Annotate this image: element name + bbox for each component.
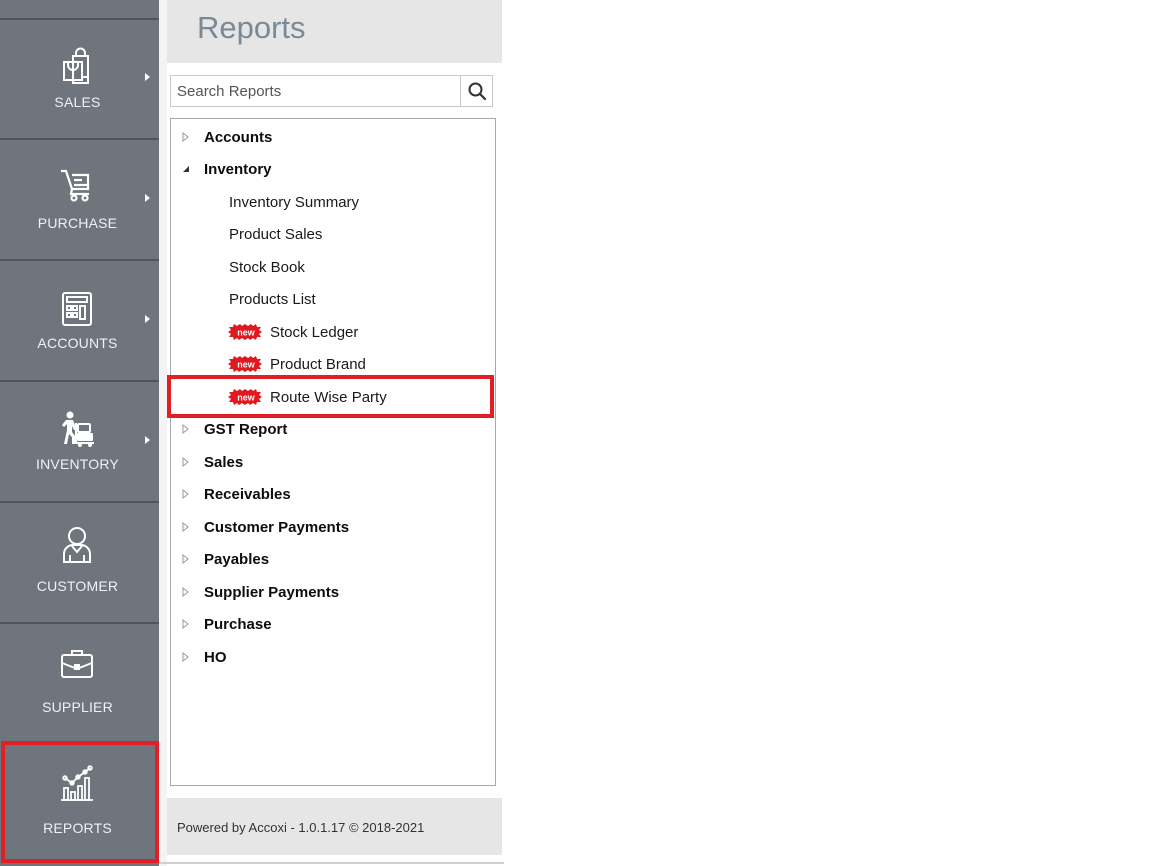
- chart-icon: [56, 764, 98, 806]
- tree-category-label: Payables: [204, 550, 270, 568]
- tree-item-route-wise-party[interactable]: new Route Wise Party: [171, 381, 495, 413]
- footer: Powered by Accoxi - 1.0.1.17 © 2018-2021: [167, 798, 502, 855]
- reports-tree: Accounts Inventory Inventory Summary Pro…: [170, 118, 496, 786]
- tree-category-label: Inventory: [204, 160, 272, 178]
- expand-arrow-icon[interactable]: [181, 587, 191, 597]
- sidebar-item-purchase[interactable]: PURCHASE: [0, 141, 159, 261]
- submenu-arrow-icon: [145, 436, 150, 444]
- tree-category-sales[interactable]: Sales: [171, 446, 495, 478]
- search-button[interactable]: [460, 76, 492, 106]
- tree-item-label: Product Brand: [270, 355, 366, 373]
- main-sidebar: SALES PURCHASE ACCOUNTS INVENTORY CUSTOM…: [0, 0, 159, 866]
- search-icon: [468, 82, 486, 101]
- tree-item-label: Products List: [229, 290, 316, 308]
- sidebar-item-label: PURCHASE: [37, 215, 118, 231]
- user-icon: [56, 524, 98, 566]
- tree-category-gst-report[interactable]: GST Report: [171, 413, 495, 445]
- expand-arrow-icon[interactable]: [181, 522, 191, 532]
- sidebar-item-label: SUPPLIER: [42, 699, 113, 715]
- tree-category-accounts[interactable]: Accounts: [171, 121, 495, 153]
- submenu-arrow-icon: [145, 194, 150, 202]
- tree-category-label: Sales: [204, 453, 244, 471]
- sidebar-item-label: CUSTOMER: [36, 578, 119, 594]
- expand-arrow-icon[interactable]: [181, 554, 191, 564]
- submenu-arrow-icon: [145, 315, 150, 323]
- sidebar-item-label: INVENTORY: [36, 456, 119, 472]
- shopping-cart-icon: [56, 165, 98, 207]
- new-badge-icon: new: [228, 389, 262, 405]
- svg-text:new: new: [237, 393, 256, 403]
- sidebar-item-label: SALES: [54, 94, 101, 110]
- sidebar-item-supplier[interactable]: SUPPLIER: [0, 625, 159, 745]
- sidebar-item-accounts[interactable]: ACCOUNTS: [0, 262, 159, 382]
- sidebar-item-inventory[interactable]: INVENTORY: [0, 383, 159, 503]
- bottom-divider: [159, 862, 504, 864]
- tree-item-product-sales[interactable]: Product Sales: [171, 218, 495, 250]
- collapse-arrow-icon[interactable]: [181, 164, 191, 174]
- page-title: Reports: [197, 10, 306, 45]
- tree-item-products-list[interactable]: Products List: [171, 283, 495, 315]
- sidebar-item-sales[interactable]: SALES: [0, 20, 159, 140]
- tree-category-purchase[interactable]: Purchase: [171, 608, 495, 640]
- expand-arrow-icon[interactable]: [181, 457, 191, 467]
- version-text: Powered by Accoxi - 1.0.1.17 © 2018-2021: [177, 820, 425, 835]
- briefcase-icon: [56, 643, 98, 685]
- reports-header: Reports: [167, 0, 502, 63]
- tree-category-payables[interactable]: Payables: [171, 543, 495, 575]
- expand-arrow-icon[interactable]: [181, 619, 191, 629]
- tree-category-label: Accounts: [204, 128, 273, 146]
- tree-item-stock-ledger[interactable]: new Stock Ledger: [171, 316, 495, 348]
- new-badge-icon: new: [228, 356, 262, 372]
- tree-category-label: Supplier Payments: [204, 583, 340, 601]
- expand-arrow-icon[interactable]: [181, 424, 191, 434]
- tree-item-label: Inventory Summary: [229, 193, 360, 211]
- submenu-arrow-icon: [145, 73, 150, 81]
- sidebar-divider: [0, 380, 159, 382]
- new-badge-icon: new: [228, 324, 262, 340]
- tree-category-ho[interactable]: HO: [171, 641, 495, 673]
- tree-category-label: Receivables: [204, 485, 291, 503]
- sidebar-divider: [0, 622, 159, 624]
- tree-item-product-brand[interactable]: new Product Brand: [171, 348, 495, 380]
- panel-divider: [159, 0, 167, 866]
- sidebar-item-label: ACCOUNTS: [37, 335, 118, 351]
- sidebar-item-reports[interactable]: REPORTS: [0, 744, 159, 864]
- tree-item-label: Stock Ledger: [270, 323, 359, 341]
- hand-truck-icon: [56, 409, 98, 451]
- tree-category-receivables[interactable]: Receivables: [171, 478, 495, 510]
- search-input[interactable]: [171, 76, 461, 106]
- tree-category-label: GST Report: [204, 420, 288, 438]
- tree-item-stock-book[interactable]: Stock Book: [171, 251, 495, 283]
- svg-text:new: new: [237, 360, 256, 370]
- tree-item-label: Product Sales: [229, 225, 323, 243]
- expand-arrow-icon[interactable]: [181, 132, 191, 142]
- sidebar-divider: [0, 501, 159, 503]
- search-box: [170, 75, 493, 107]
- tree-category-customer-payments[interactable]: Customer Payments: [171, 511, 495, 543]
- expand-arrow-icon[interactable]: [181, 489, 191, 499]
- tree-item-label: Stock Book: [229, 258, 305, 276]
- tree-category-label: HO: [204, 648, 227, 666]
- tree-category-label: Purchase: [204, 615, 272, 633]
- sidebar-divider: [0, 259, 159, 261]
- sidebar-divider: [0, 138, 159, 140]
- sidebar-item-customer[interactable]: CUSTOMER: [0, 504, 159, 624]
- tree-category-inventory[interactable]: Inventory: [171, 153, 495, 185]
- svg-text:new: new: [237, 328, 256, 338]
- shopping-bag-icon: [56, 46, 98, 88]
- sidebar-item-label: REPORTS: [43, 820, 112, 836]
- expand-arrow-icon[interactable]: [181, 652, 191, 662]
- tree-item-inventory-summary[interactable]: Inventory Summary: [171, 186, 495, 218]
- tree-item-label: Route Wise Party: [270, 388, 387, 406]
- tree-category-supplier-payments[interactable]: Supplier Payments: [171, 576, 495, 608]
- tree-category-label: Customer Payments: [204, 518, 350, 536]
- calculator-icon: [56, 288, 98, 330]
